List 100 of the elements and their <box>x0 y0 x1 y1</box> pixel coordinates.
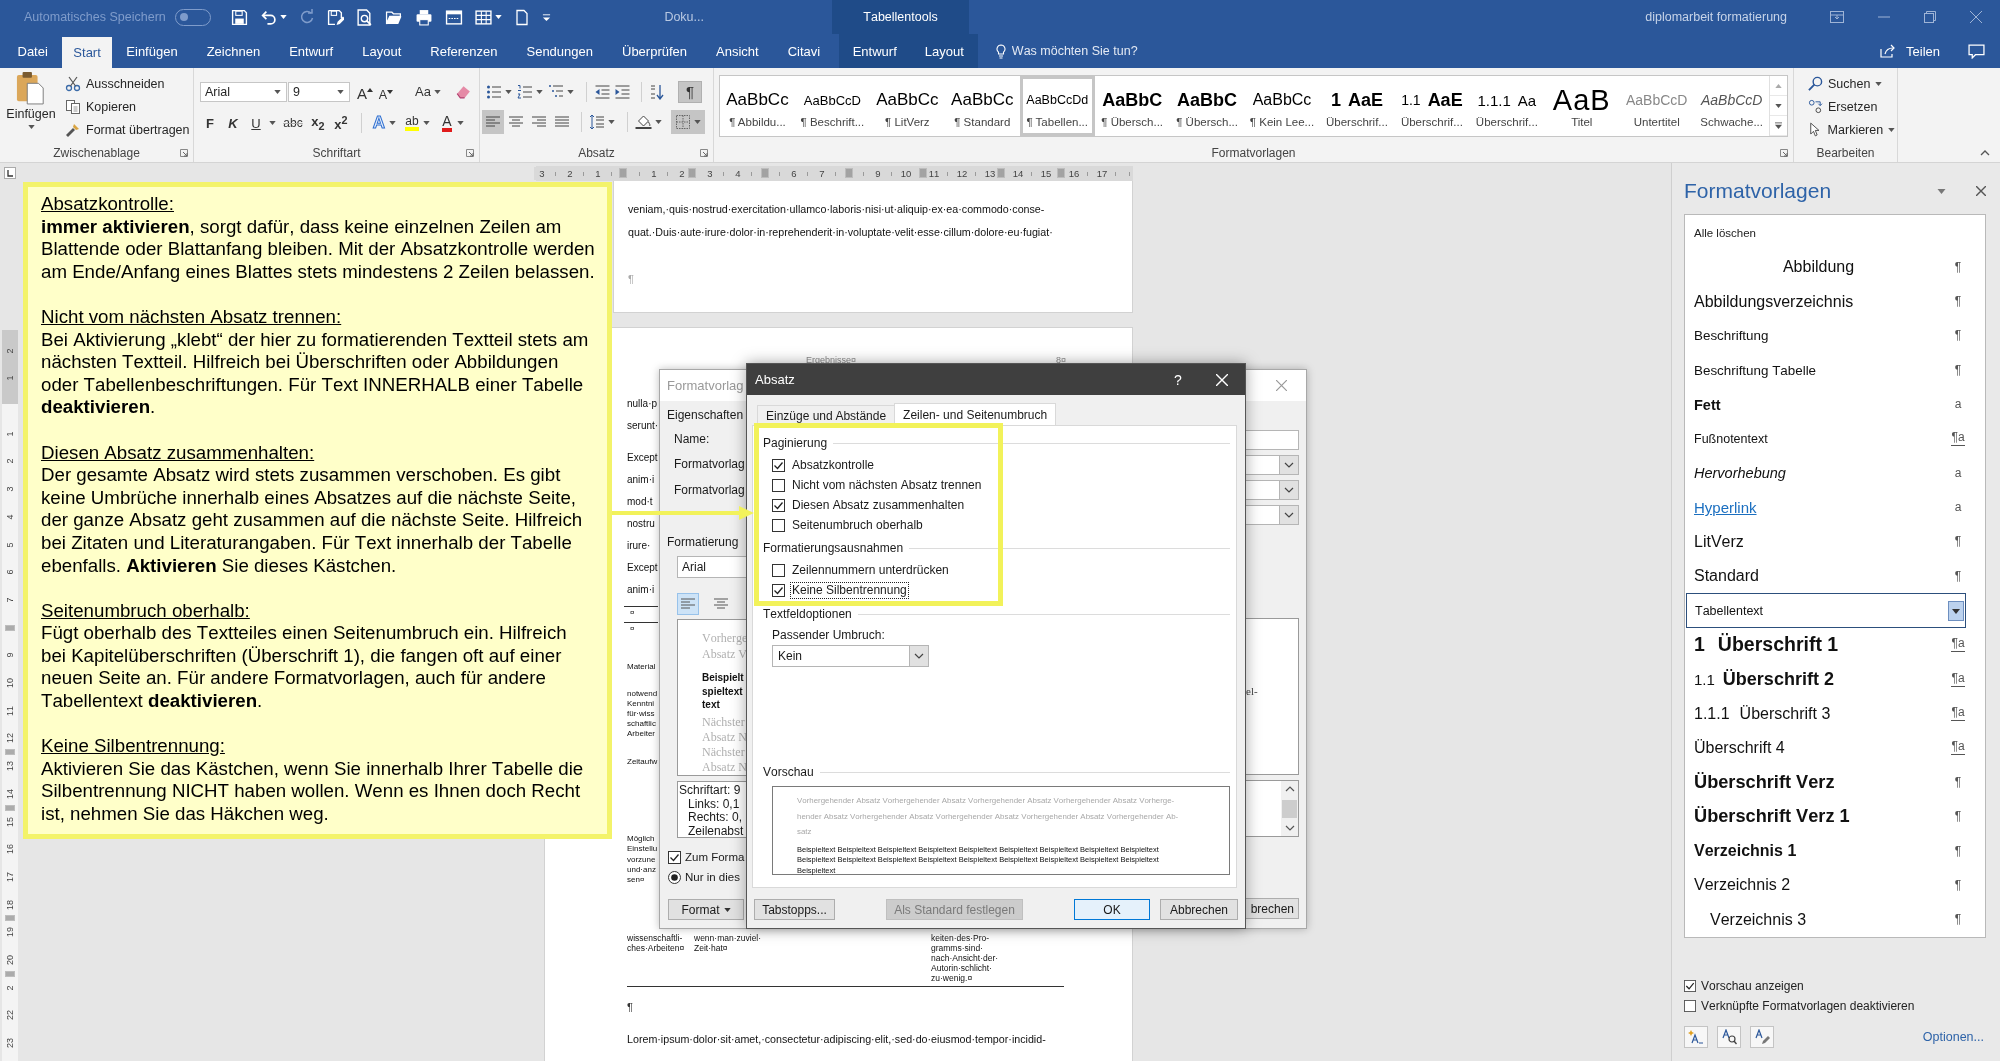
superscript-button[interactable]: x$^{2}$ <box>331 113 351 133</box>
copy-button[interactable]: Kopieren <box>63 95 192 118</box>
save-icon[interactable] <box>230 8 248 26</box>
style-dropdown[interactable] <box>1246 505 1299 525</box>
column-marker-icon[interactable] <box>918 168 927 178</box>
caret-icon[interactable] <box>423 121 430 125</box>
manage-styles-button[interactable] <box>1750 1026 1774 1048</box>
font-size-field[interactable]: 9 <box>288 81 350 102</box>
style-list-item[interactable]: Hyperlink a <box>1685 490 1985 525</box>
style-list-item[interactable]: Tabellentext <box>1686 593 1966 628</box>
checkbox[interactable] <box>1684 1000 1696 1012</box>
style-list-item[interactable]: Hervorhebung a <box>1685 456 1985 491</box>
ribbon-tab[interactable]: Einfügen <box>111 34 193 68</box>
ribbon-tab[interactable]: Layout <box>347 34 416 68</box>
tell-me-field[interactable]: Was möchten Sie tun? <box>1011 44 1152 58</box>
underline-button[interactable]: U <box>246 113 266 133</box>
caret-icon[interactable] <box>389 121 396 125</box>
cancel-button[interactable]: Abbrechen <box>1160 899 1238 920</box>
caret-icon[interactable] <box>494 15 502 19</box>
style-gallery-item[interactable]: AaBbCc ¶ Kein Lee... <box>1244 76 1320 136</box>
style-gallery-item[interactable]: AaBbCc ¶ Abbildu... <box>720 76 795 136</box>
scroll-down-icon[interactable] <box>1284 825 1295 831</box>
page-icon[interactable] <box>513 8 530 26</box>
ribbon-tab[interactable]: Überprüfen <box>607 34 702 68</box>
style-list-item[interactable]: Verzeichnis 3 ¶ <box>1685 902 1985 937</box>
bullet-list-icon[interactable] <box>486 83 502 100</box>
line-spacing-icon[interactable] <box>589 114 605 130</box>
style-gallery-item[interactable]: AaB Titel <box>1544 76 1620 136</box>
style-gallery-item[interactable]: AaBbCcD ¶ Beschrift... <box>794 76 870 136</box>
style-list-item[interactable]: Überschrift 4 ¶a <box>1685 730 1985 766</box>
radio-button[interactable] <box>668 870 681 884</box>
style-list-item[interactable]: Überschrift Verz 1 ¶ <box>1685 799 1985 834</box>
style-gallery-item[interactable]: AaBbCc ¶ Standard <box>944 76 1020 136</box>
format-painter-button[interactable]: Format übertragen <box>63 118 192 141</box>
launcher-icon[interactable] <box>700 148 708 157</box>
style-gallery-item[interactable]: AaBbC ¶ Übersch... <box>1094 76 1170 136</box>
style-list-item[interactable]: 1.1 Überschrift 2 ¶a <box>1685 662 1985 697</box>
caret-icon[interactable] <box>505 89 512 94</box>
clear-all-item[interactable]: Alle löschen <box>1694 226 1756 239</box>
eraser-icon[interactable] <box>455 83 472 100</box>
ribbon-tab[interactable]: Zeichnen <box>192 34 275 68</box>
chevron-up-icon[interactable] <box>1980 150 1990 156</box>
style-list-item[interactable]: Beschriftung Tabelle ¶ <box>1685 353 1985 388</box>
caret-icon[interactable] <box>1937 188 1946 194</box>
select-button[interactable]: Markieren <box>1806 118 1897 141</box>
printer-icon[interactable] <box>414 8 433 26</box>
ribbon-tab[interactable]: Entwurf <box>274 34 348 68</box>
ribbon-tab[interactable]: Referenzen <box>415 34 512 68</box>
checkbox[interactable] <box>772 478 785 492</box>
style-list-item[interactable]: 1.1.1 Überschrift 3 ¶a <box>1685 696 1985 731</box>
caret-icon[interactable] <box>269 121 276 125</box>
caret-icon[interactable] <box>279 15 287 19</box>
style-list-item[interactable]: Überschrift Verz ¶ <box>1685 765 1985 800</box>
style-list-item[interactable]: Verzeichnis 1 ¶ <box>1685 833 1985 869</box>
caret-icon[interactable] <box>655 120 662 124</box>
close-icon[interactable] <box>1970 11 1982 23</box>
paint-bucket-icon[interactable] <box>635 114 652 130</box>
scroll-up-icon[interactable] <box>1284 786 1295 792</box>
help-button[interactable]: ? <box>1165 365 1191 394</box>
ribbon-tab[interactable]: Datei <box>3 34 63 68</box>
style-list-item[interactable]: Fußnotentext ¶a <box>1685 421 1985 457</box>
row-marker-icon[interactable] <box>5 749 15 756</box>
caret-icon[interactable] <box>567 89 574 94</box>
ribbon-tab[interactable]: Sendungen <box>512 34 608 68</box>
grow-font-button[interactable]: A <box>356 81 374 102</box>
table-icon[interactable] <box>474 8 492 26</box>
column-marker-icon[interactable] <box>687 168 696 178</box>
row-marker-icon[interactable] <box>5 804 15 811</box>
replace-button[interactable]: Ersetzen <box>1806 95 1897 118</box>
ribbon-tab[interactable]: Start <box>62 37 112 68</box>
style-gallery-item[interactable]: 1 AaE Überschrif... <box>1319 76 1395 136</box>
share-button[interactable]: Teilen <box>1874 43 1946 59</box>
ok-button[interactable]: OK <box>1074 899 1150 920</box>
sort-icon[interactable] <box>649 83 665 100</box>
checkbox[interactable] <box>772 563 785 577</box>
ribbon-display-icon[interactable] <box>1830 11 1844 23</box>
style-list-item[interactable]: Beschriftung ¶ <box>1685 318 1985 354</box>
style-list-item[interactable]: Abbildung ¶ <box>1685 250 1985 285</box>
launcher-icon[interactable] <box>180 148 188 157</box>
wrap-dropdown[interactable]: Kein <box>772 645 929 667</box>
close-icon[interactable] <box>1276 380 1287 391</box>
style-list-item[interactable]: Abbildungsverzeichnis ¶ <box>1685 284 1985 319</box>
style-gallery-item[interactable]: 1.1 AaE Überschrif... <box>1394 76 1470 136</box>
cut-button[interactable]: Ausschneiden <box>63 72 192 95</box>
style-gallery-item[interactable]: AaBbCcD Untertitel <box>1619 76 1695 136</box>
font-field[interactable]: Arial <box>677 556 746 578</box>
scroll-thumb[interactable] <box>1282 799 1297 818</box>
redo-icon[interactable] <box>298 9 315 25</box>
font-name-field[interactable]: Arial <box>200 81 287 102</box>
launcher-icon[interactable] <box>466 148 474 157</box>
style-gallery-item[interactable]: AaBbCcDd ¶ Tabellen... <box>1019 76 1095 136</box>
highlight-button[interactable]: ab <box>401 113 423 133</box>
close-icon[interactable] <box>1976 186 1986 196</box>
ribbon-tab[interactable]: Layout <box>910 34 978 68</box>
column-marker-icon[interactable] <box>1057 168 1066 178</box>
column-marker-icon[interactable] <box>619 168 628 178</box>
undo-icon[interactable] <box>259 8 277 26</box>
style-gallery-item[interactable]: AaBbCcD Schwache... <box>1694 76 1770 136</box>
new-style-button[interactable] <box>1684 1026 1708 1048</box>
subscript-button[interactable]: x$_{2}$ <box>308 113 328 133</box>
